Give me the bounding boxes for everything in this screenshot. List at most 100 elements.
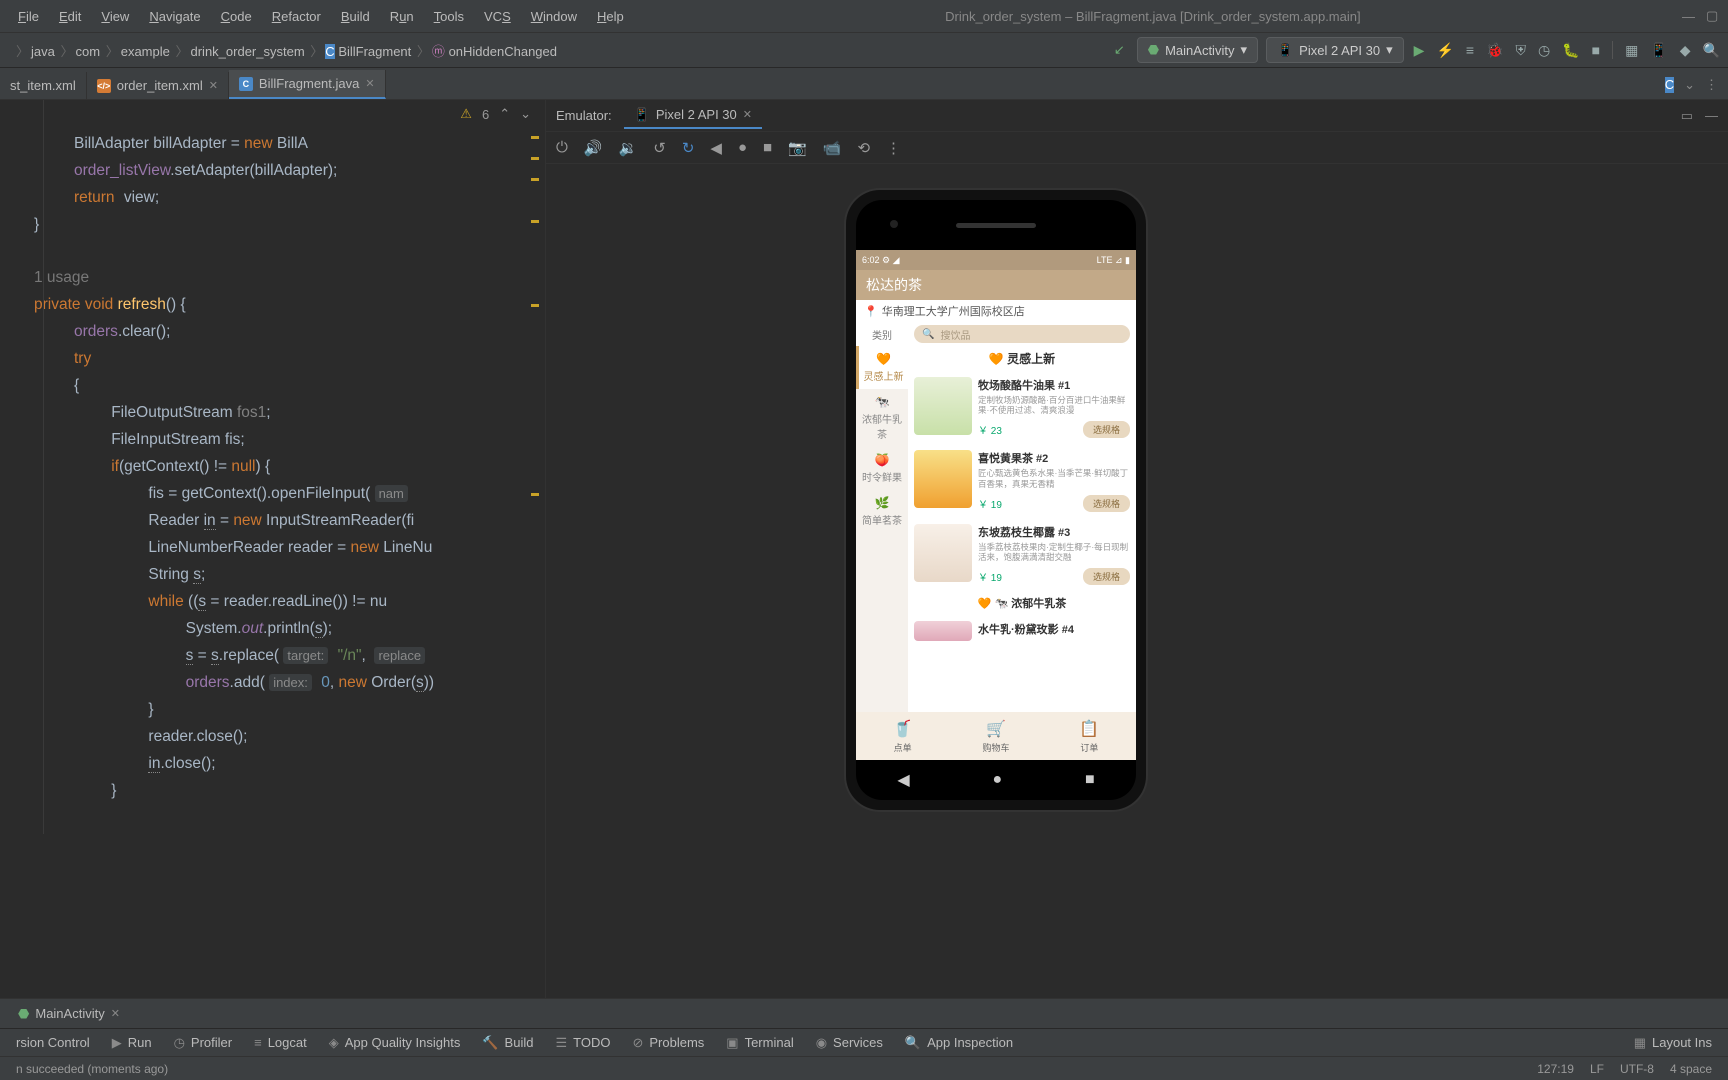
crumb-com[interactable]: com: [76, 44, 101, 59]
cursor-position[interactable]: 127:19: [1529, 1062, 1582, 1076]
search-icon[interactable]: 🔍: [1703, 42, 1720, 59]
rotate-right-icon[interactable]: ↻: [682, 139, 695, 157]
record-icon[interactable]: 📹: [823, 139, 842, 157]
android-profiler-button[interactable]: 🐛: [1562, 42, 1579, 59]
home-icon[interactable]: ●: [738, 139, 747, 156]
version-control-button[interactable]: rsion Control: [8, 1032, 98, 1053]
layout-inspector-button[interactable]: ▦Layout Ins: [1626, 1032, 1720, 1054]
next-highlight-icon[interactable]: ⌄: [520, 106, 531, 122]
breadcrumbs[interactable]: 〉java 〉com 〉example 〉drink_order_system …: [8, 37, 563, 64]
profiler-button[interactable]: ◷Profiler: [166, 1032, 241, 1054]
coverage-button[interactable]: ⛨: [1515, 42, 1526, 59]
sync-icon[interactable]: ↙: [1114, 42, 1125, 58]
product-item[interactable]: 喜悦黄果茶 #2 匠心甄选黄色系水果·当季芒果·鲜切酸丁百香果，真果无香精 ￥ …: [908, 444, 1136, 517]
product-list[interactable]: 灵感上新 牧场酸酪牛油果 #1 定制牧场奶源酸酪·百分百进口牛油果鲜果·不使用过…: [908, 346, 1136, 712]
indent-setting[interactable]: 4 space: [1662, 1062, 1720, 1076]
attach-debugger-button[interactable]: ≡: [1466, 42, 1474, 58]
more-icon[interactable]: ⋮: [1705, 77, 1718, 93]
snapshots-icon[interactable]: ⟲: [857, 139, 870, 157]
close-icon[interactable]: ✕: [209, 79, 218, 92]
volume-up-icon[interactable]: 🔊: [584, 139, 603, 157]
chevron-down-icon[interactable]: ⌄: [1684, 77, 1695, 93]
tab-bill-fragment-java[interactable]: C BillFragment.java ✕: [229, 70, 386, 99]
category-item[interactable]: 🌿简单茗茶: [856, 490, 908, 533]
menu-edit[interactable]: Edit: [51, 5, 89, 28]
overview-icon[interactable]: ■: [763, 139, 772, 156]
close-icon[interactable]: ✕: [111, 1007, 120, 1020]
crumb-example[interactable]: example: [121, 44, 170, 59]
file-encoding[interactable]: UTF-8: [1612, 1062, 1662, 1076]
rotate-left-icon[interactable]: ↺: [653, 139, 666, 157]
menu-code[interactable]: Code: [213, 5, 260, 28]
product-item[interactable]: 水牛乳·粉黛玫影 #4: [908, 615, 1136, 647]
sdk-manager-icon[interactable]: 📱: [1650, 42, 1667, 59]
run-tab-mainactivity[interactable]: ⬣ MainActivity ✕: [8, 1002, 130, 1026]
app-inspection-button[interactable]: 🔍App Inspection: [897, 1032, 1021, 1054]
back-key[interactable]: ◀: [897, 770, 909, 790]
run-button[interactable]: ▶: [1414, 42, 1425, 59]
crumb-method[interactable]: onHiddenChanged: [449, 44, 557, 59]
run-config-selector[interactable]: ⬣ MainActivity ▾: [1137, 37, 1258, 63]
menu-build[interactable]: Build: [333, 5, 378, 28]
select-spec-button[interactable]: 选规格: [1083, 421, 1130, 438]
nav-orders[interactable]: 📋订单: [1043, 712, 1136, 760]
volume-down-icon[interactable]: 🔉: [619, 139, 638, 157]
more-icon[interactable]: ⋮: [886, 139, 901, 157]
crumb-java[interactable]: java: [31, 44, 55, 59]
line-separator[interactable]: LF: [1582, 1062, 1612, 1076]
home-key[interactable]: ●: [992, 771, 1002, 789]
select-spec-button[interactable]: 选规格: [1083, 495, 1130, 512]
close-icon[interactable]: ✕: [743, 108, 752, 121]
menu-help[interactable]: Help: [589, 5, 632, 28]
category-item[interactable]: 🐄浓郁牛乳茶: [856, 389, 908, 447]
menu-window[interactable]: Window: [523, 5, 585, 28]
back-icon[interactable]: ◀: [710, 139, 722, 157]
build-button[interactable]: 🔨Build: [474, 1032, 541, 1054]
hide-icon[interactable]: —: [1705, 108, 1718, 123]
profile-button[interactable]: ◷: [1538, 42, 1550, 59]
crumb-package[interactable]: drink_order_system: [191, 44, 305, 59]
avd-manager-icon[interactable]: ▦: [1625, 42, 1638, 59]
device-selector[interactable]: 📱 Pixel 2 API 30 ▾: [1266, 37, 1404, 63]
prev-highlight-icon[interactable]: ⌃: [499, 106, 510, 122]
debug-button[interactable]: 🐞: [1486, 42, 1503, 59]
resource-manager-icon[interactable]: ◆: [1680, 42, 1691, 59]
search-input[interactable]: 🔍 搜饮品: [914, 325, 1130, 343]
device-screen[interactable]: 6:02 ⚙ ◢ LTE ⊿ ▮ 松达的茶 📍 华南理工大学广州国际校区店 类别…: [856, 250, 1136, 760]
select-spec-button[interactable]: 选规格: [1083, 568, 1130, 585]
nav-cart[interactable]: 🛒购物车: [949, 712, 1042, 760]
tab-st-item-xml[interactable]: st_item.xml: [0, 72, 87, 99]
category-item[interactable]: 🧡灵感上新: [856, 346, 908, 389]
code-editor[interactable]: BillAdapter billAdapter = new BillA orde…: [0, 100, 545, 834]
product-item[interactable]: 牧场酸酪牛油果 #1 定制牧场奶源酸酪·百分百进口牛油果鲜果·不使用过滤、清爽浪…: [908, 371, 1136, 444]
nav-order[interactable]: 🥤点单: [856, 712, 949, 760]
screenshot-icon[interactable]: 📷: [788, 139, 807, 157]
warning-icon[interactable]: ⚠: [460, 106, 472, 122]
run-button[interactable]: ▶Run: [104, 1032, 160, 1054]
menu-tools[interactable]: Tools: [426, 5, 472, 28]
logcat-button[interactable]: ≡Logcat: [246, 1032, 315, 1053]
menu-refactor[interactable]: Refactor: [264, 5, 329, 28]
category-item[interactable]: 🍑时令鲜果: [856, 447, 908, 490]
minimize-button[interactable]: —: [1674, 5, 1694, 28]
terminal-button[interactable]: ▣Terminal: [718, 1032, 801, 1054]
power-icon[interactable]: ⏻: [556, 139, 568, 156]
product-item[interactable]: 东坡荔枝生椰露 #3 当季荔枝荔枝果肉·定制生椰子·每日现制活来，饱腹满満清甜交…: [908, 518, 1136, 591]
menu-file[interactable]: File: [10, 5, 47, 28]
problems-button[interactable]: ⊘Problems: [624, 1032, 712, 1054]
maximize-button[interactable]: ▢: [1698, 4, 1718, 28]
todo-button[interactable]: ☰TODO: [547, 1032, 618, 1054]
window-mode-icon[interactable]: ▭: [1681, 108, 1693, 124]
emulator-tab[interactable]: 📱 Pixel 2 API 30 ✕: [624, 103, 762, 129]
close-icon[interactable]: ✕: [365, 77, 374, 90]
app-quality-button[interactable]: ◈App Quality Insights: [321, 1032, 469, 1054]
menu-run[interactable]: Run: [382, 5, 422, 28]
stop-button[interactable]: ■: [1592, 42, 1600, 58]
services-button[interactable]: ◉Services: [808, 1032, 891, 1054]
recents-key[interactable]: ■: [1085, 771, 1095, 789]
tab-order-item-xml[interactable]: </> order_item.xml ✕: [87, 72, 229, 99]
crumb-class[interactable]: BillFragment: [338, 44, 411, 59]
location-bar[interactable]: 📍 华南理工大学广州国际校区店: [856, 300, 1136, 322]
menu-navigate[interactable]: Navigate: [141, 5, 208, 28]
menu-vcs[interactable]: VCS: [476, 5, 519, 28]
